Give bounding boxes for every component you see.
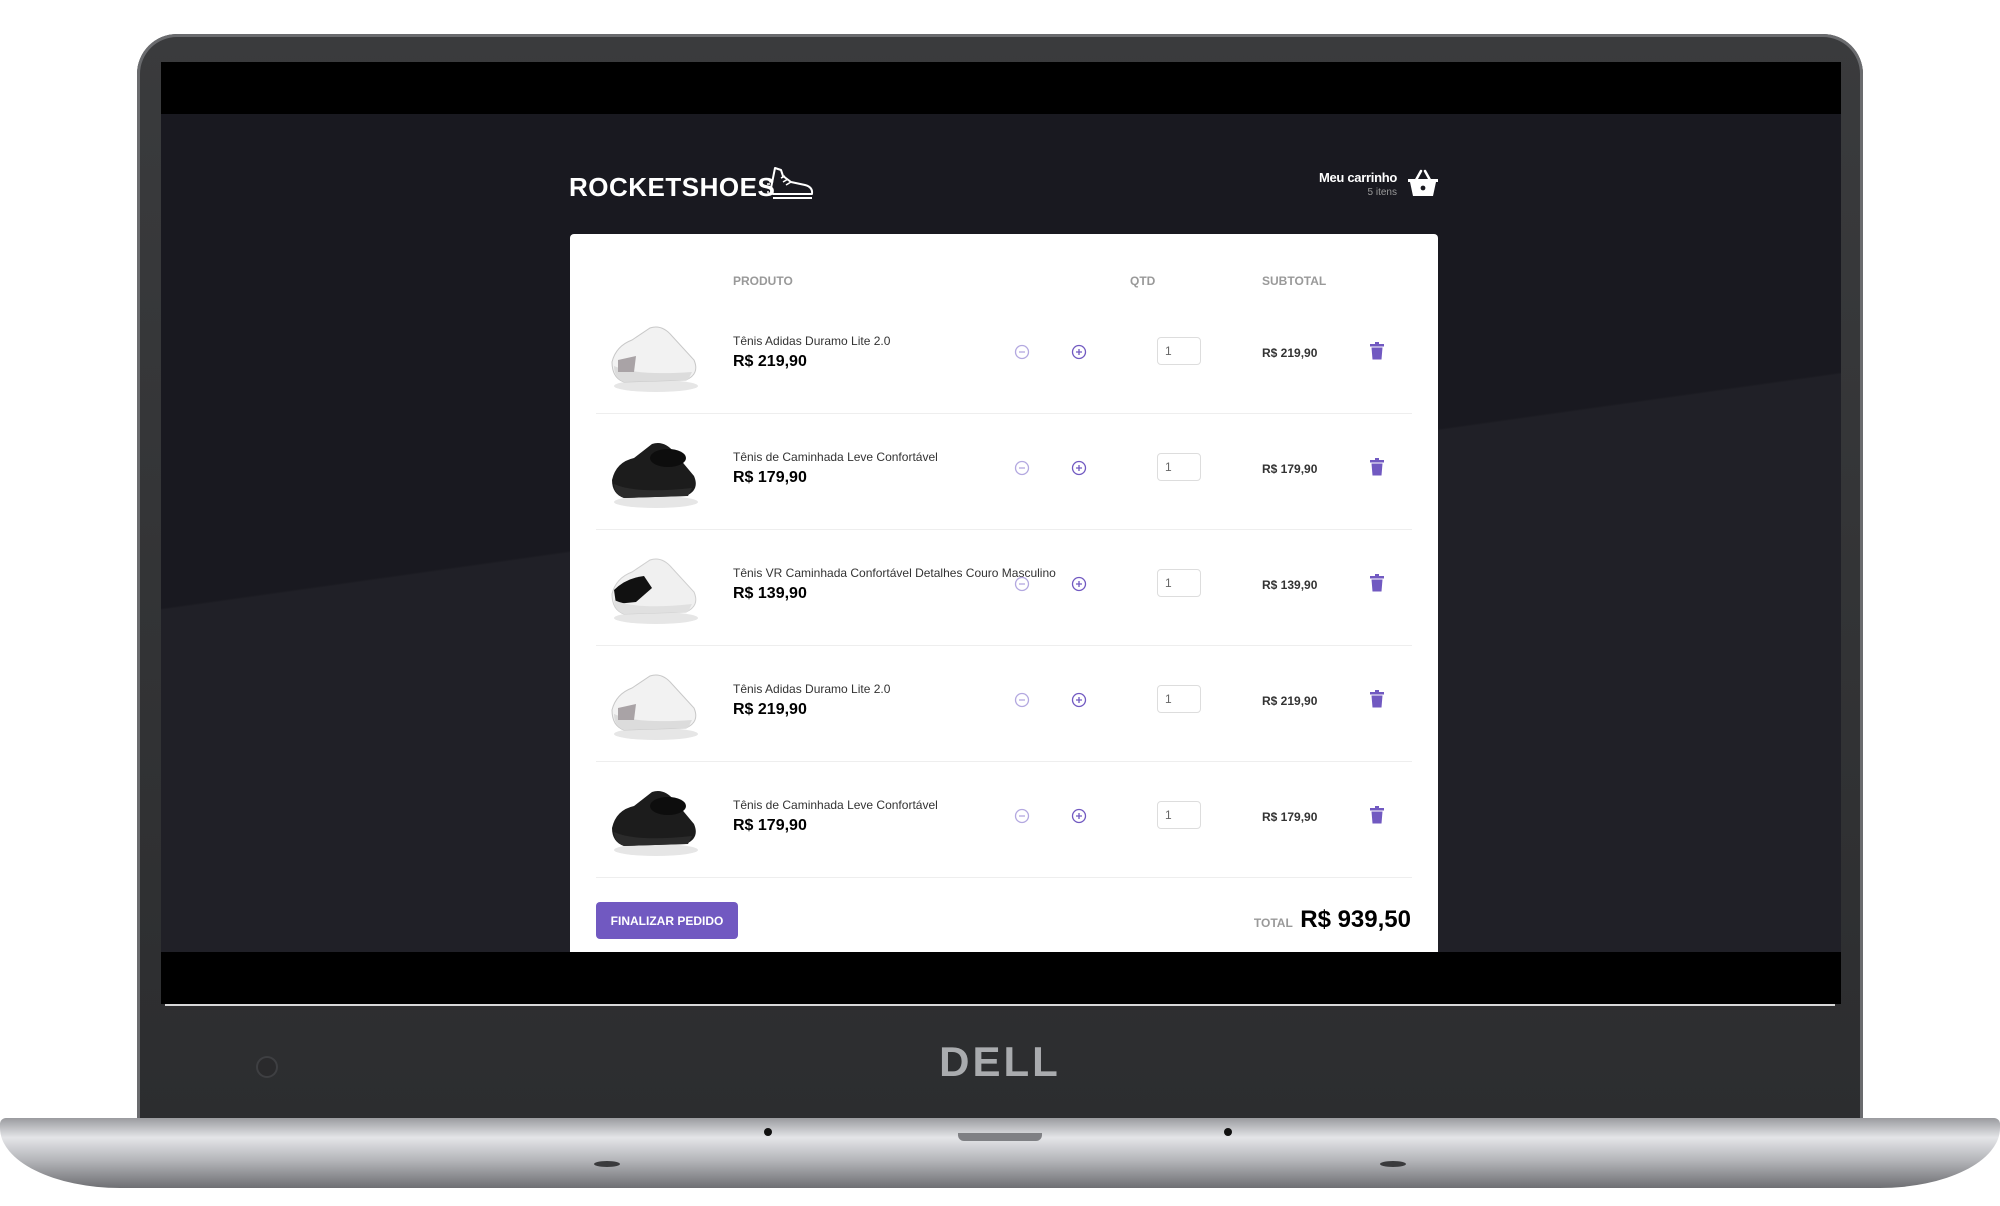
total-label: TOTAL — [1253, 916, 1293, 930]
shoe-logo-icon — [767, 167, 814, 199]
product-name[interactable]: Tênis Adidas Duramo Lite 2.0 — [733, 334, 890, 348]
increment-button[interactable] — [1071, 344, 1087, 360]
product-image — [611, 326, 698, 392]
increment-button[interactable] — [1071, 460, 1087, 476]
screen-top-bezel — [161, 62, 1841, 114]
minus-circle-icon — [1014, 576, 1030, 592]
product-image — [612, 443, 698, 508]
minus-circle-icon — [1014, 692, 1030, 708]
cart-row: Tênis VR Caminhada Confortável Detalhes … — [596, 530, 1412, 646]
product-image — [611, 674, 698, 740]
product-price: R$ 179,90 — [733, 817, 807, 834]
plus-circle-icon — [1071, 460, 1087, 476]
laptop-foot — [1380, 1161, 1406, 1167]
total-value: R$ 939,50 — [1300, 906, 1411, 933]
product-name[interactable]: Tênis de Caminhada Leve Confortável — [733, 798, 938, 812]
laptop-notch — [958, 1133, 1042, 1141]
column-header-product: PRODUTO — [733, 274, 793, 288]
trash-icon[interactable] — [1369, 690, 1385, 708]
laptop-foot — [594, 1161, 620, 1167]
product-price: R$ 139,90 — [733, 585, 807, 602]
item-subtotal: R$ 179,90 — [1262, 810, 1318, 824]
cart-row: Tênis de Caminhada Leve Confortável R$ 1… — [596, 414, 1412, 530]
increment-button[interactable] — [1071, 576, 1087, 592]
minus-circle-icon — [1014, 344, 1030, 360]
product-name[interactable]: Tênis de Caminhada Leve Confortável — [733, 450, 938, 464]
product-name[interactable]: Tênis VR Caminhada Confortável Detalhes … — [733, 566, 1056, 580]
product-price: R$ 219,90 — [733, 353, 807, 370]
quantity-input[interactable] — [1157, 685, 1201, 713]
minus-circle-icon — [1014, 808, 1030, 824]
plus-circle-icon — [1071, 344, 1087, 360]
order-total: TOTAL R$ 939,50 — [1254, 906, 1411, 934]
plus-circle-icon — [1071, 692, 1087, 708]
product-image — [611, 558, 698, 624]
app-screen: ROCKETSHOES Meu carrinho 5 itens PRODUTO… — [161, 114, 1841, 952]
product-name[interactable]: Tênis Adidas Duramo Lite 2.0 — [733, 682, 890, 696]
dell-logo: DELL — [939, 1038, 1061, 1085]
product-price: R$ 179,90 — [733, 469, 807, 486]
item-subtotal: R$ 179,90 — [1262, 462, 1318, 476]
cart-row: Tênis Adidas Duramo Lite 2.0 R$ 219,90 R… — [596, 298, 1412, 414]
quantity-input[interactable] — [1157, 337, 1201, 365]
column-header-qty: QTD — [1130, 274, 1156, 288]
basket-icon — [1408, 169, 1438, 196]
quantity-input[interactable] — [1157, 801, 1201, 829]
trash-icon[interactable] — [1369, 458, 1385, 476]
cart-title: Meu carrinho — [1318, 170, 1397, 185]
product-image — [612, 791, 698, 856]
bezel-divider — [165, 1004, 1835, 1006]
trash-icon[interactable] — [1369, 574, 1385, 592]
trash-icon[interactable] — [1369, 342, 1385, 360]
plus-circle-icon — [1071, 808, 1087, 824]
item-subtotal: R$ 219,90 — [1262, 346, 1318, 360]
increment-button[interactable] — [1071, 692, 1087, 708]
increment-button[interactable] — [1071, 808, 1087, 824]
product-price: R$ 219,90 — [733, 701, 807, 718]
decrement-button[interactable] — [1014, 460, 1030, 476]
cart-count: 5 itens — [1367, 187, 1397, 198]
laptop-base — [0, 1118, 2000, 1188]
screen-bottom-bezel — [161, 952, 1841, 1004]
app-header: ROCKETSHOES Meu carrinho 5 itens — [569, 154, 1439, 214]
quantity-input[interactable] — [1157, 453, 1201, 481]
item-subtotal: R$ 139,90 — [1262, 578, 1318, 592]
hinge-dot — [764, 1128, 772, 1136]
cart-row: Tênis de Caminhada Leve Confortável R$ 1… — [596, 762, 1412, 878]
decrement-button[interactable] — [1014, 692, 1030, 708]
cart-panel: PRODUTO QTD SUBTOTAL Tênis Adidas Duramo… — [570, 234, 1438, 952]
logo-text[interactable]: ROCKETSHOES — [569, 172, 775, 203]
checkout-button[interactable]: FINALIZAR PEDIDO — [596, 902, 738, 939]
cart-row: Tênis Adidas Duramo Lite 2.0 R$ 219,90 R… — [596, 646, 1412, 762]
decrement-button[interactable] — [1014, 576, 1030, 592]
trash-icon[interactable] — [1369, 806, 1385, 824]
hinge-dot — [1224, 1128, 1232, 1136]
plus-circle-icon — [1071, 576, 1087, 592]
quantity-input[interactable] — [1157, 569, 1201, 597]
decrement-button[interactable] — [1014, 344, 1030, 360]
item-subtotal: R$ 219,90 — [1262, 694, 1318, 708]
column-header-subtotal: SUBTOTAL — [1262, 274, 1327, 288]
decrement-button[interactable] — [1014, 808, 1030, 824]
minus-circle-icon — [1014, 460, 1030, 476]
